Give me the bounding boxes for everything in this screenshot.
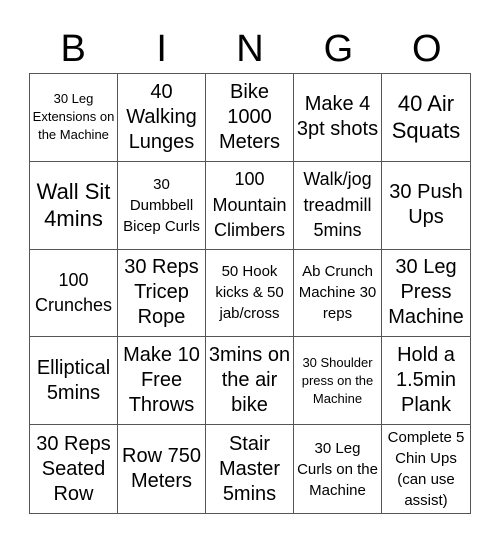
cell-text: 40 Walking Lunges xyxy=(126,80,197,153)
header-letter-g: G xyxy=(323,28,354,70)
header-letter-b: B xyxy=(60,28,86,70)
header-letter-n: N xyxy=(236,28,264,70)
bingo-cell[interactable]: Walk/jog treadmill 5mins xyxy=(294,161,382,250)
bingo-cell[interactable]: Make 10 Free Throws xyxy=(118,337,206,426)
cell-text: Wall Sit 4mins xyxy=(36,178,111,232)
cell-text: 100 Crunches xyxy=(34,269,113,315)
cell-text: 30 Dumbbell Bicep Curls xyxy=(123,175,200,235)
bingo-cell[interactable]: 30 Leg Extensions on the Machine xyxy=(30,74,118,162)
cell-text: Bike 1000 Meters xyxy=(218,80,281,153)
cell-text: Hold a 1.5min Plank xyxy=(395,344,457,417)
bingo-cell[interactable]: 100 Mountain Climbers xyxy=(206,161,294,250)
cell-text: Ab Crunch Machine 30 reps xyxy=(298,263,377,323)
cell-text: 30 Shoulder press on the Machine xyxy=(301,354,374,406)
cell-text: 100 Mountain Climbers xyxy=(212,169,287,240)
cell-text: 30 Reps Tricep Rope xyxy=(124,256,199,329)
cell-text: Stair Master 5mins xyxy=(218,432,281,505)
bingo-cell[interactable]: 30 Dumbbell Bicep Curls xyxy=(118,161,206,250)
header-letter-o: O xyxy=(412,28,442,70)
bingo-cell[interactable]: Bike 1000 Meters xyxy=(206,74,294,162)
bingo-cell[interactable]: Complete 5 Chin Ups (can use assist) xyxy=(382,425,470,513)
bingo-header: B I N G O xyxy=(29,26,471,72)
bingo-grid: 30 Leg Extensions on the Machine 40 Walk… xyxy=(29,73,471,514)
bingo-cell[interactable]: 30 Leg Curls on the Machine xyxy=(294,425,382,513)
header-letter-i: I xyxy=(156,28,167,70)
cell-text: 40 Air Squats xyxy=(391,90,461,144)
cell-text: Make 10 Free Throws xyxy=(123,344,200,417)
bingo-cell[interactable]: 40 Walking Lunges xyxy=(118,74,206,162)
cell-text: 3mins on the air bike xyxy=(208,344,291,417)
bingo-cell[interactable]: 30 Shoulder press on the Machine xyxy=(294,337,382,426)
bingo-cell[interactable]: 30 Push Ups xyxy=(382,162,470,250)
bingo-cell[interactable]: Elliptical 5mins xyxy=(30,337,118,426)
cell-text: 30 Leg Curls on the Machine xyxy=(297,439,378,499)
bingo-cell[interactable]: 30 Leg Press Machine xyxy=(382,250,470,338)
cell-text: Walk/jog treadmill 5mins xyxy=(303,169,372,240)
bingo-cell[interactable]: 3mins on the air bike xyxy=(206,337,294,426)
bingo-cell[interactable]: Ab Crunch Machine 30 reps xyxy=(294,249,382,338)
bingo-cell[interactable]: Make 4 3pt shots xyxy=(294,74,382,162)
bingo-cell[interactable]: Stair Master 5mins xyxy=(206,425,294,513)
cell-text: 30 Leg Extensions on the Machine xyxy=(32,91,115,143)
cell-text: Row 750 Meters xyxy=(122,445,201,493)
bingo-cell[interactable]: 40 Air Squats xyxy=(382,74,470,162)
bingo-cell[interactable]: 100 Crunches xyxy=(30,249,118,338)
bingo-cell[interactable]: Row 750 Meters xyxy=(118,425,206,513)
bingo-cell[interactable]: 30 Reps Seated Row xyxy=(30,425,118,513)
cell-text: 50 Hook kicks & 50 jab/cross xyxy=(215,263,284,323)
cell-text: Elliptical 5mins xyxy=(36,356,111,404)
cell-text: Make 4 3pt shots xyxy=(296,93,379,141)
bingo-cell[interactable]: 50 Hook kicks & 50 jab/cross xyxy=(206,249,294,338)
cell-text: 30 Push Ups xyxy=(389,181,463,229)
cell-text: Complete 5 Chin Ups (can use assist) xyxy=(387,429,465,510)
bingo-cell[interactable]: 30 Reps Tricep Rope xyxy=(118,249,206,338)
cell-text: 30 Leg Press Machine xyxy=(388,256,464,329)
bingo-cell[interactable]: Hold a 1.5min Plank xyxy=(382,337,470,426)
cell-text: 30 Reps Seated Row xyxy=(36,432,111,505)
bingo-cell[interactable]: Wall Sit 4mins xyxy=(30,161,118,250)
